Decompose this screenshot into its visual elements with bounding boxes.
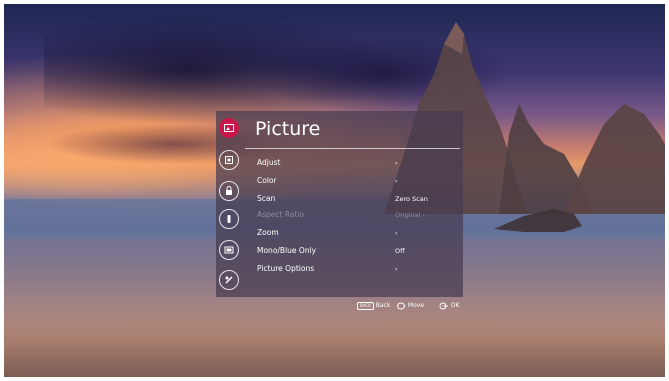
- menu-item-value: ›: [395, 265, 398, 273]
- support-icon[interactable]: [219, 270, 239, 290]
- title-divider: [245, 148, 460, 149]
- back-key-icon: BACK: [357, 301, 374, 310]
- lock-icon[interactable]: [219, 181, 239, 201]
- menu-item-color[interactable]: Color ›: [257, 173, 457, 189]
- footer-move-hint[interactable]: Move: [396, 301, 424, 311]
- menu-item-label: Aspect Ratio: [257, 210, 305, 219]
- move-label: Move: [407, 302, 425, 309]
- menu-item-value: Off: [395, 247, 405, 255]
- ok-icon: [439, 302, 448, 309]
- menu-item-value: ›: [395, 229, 398, 237]
- menu-item-mono-blue-only[interactable]: Mono/Blue Only Off: [257, 243, 457, 259]
- remote-icon[interactable]: [219, 209, 239, 229]
- picture-icon[interactable]: [219, 118, 239, 138]
- footer-back-hint[interactable]: BACK Back: [357, 301, 390, 311]
- menu-item-scan[interactable]: Scan Zero Scan: [257, 191, 457, 207]
- menu-item-label: Scan: [257, 194, 276, 203]
- footer-ok-hint[interactable]: OK: [439, 301, 460, 311]
- menu-item-zoom[interactable]: Zoom ›: [257, 225, 457, 241]
- menu-item-label: Adjust: [257, 158, 281, 167]
- menu-item-label: Color: [257, 176, 277, 185]
- back-label: Back: [375, 302, 391, 309]
- menu-item-label: Mono/Blue Only: [257, 246, 317, 255]
- ok-label: OK: [450, 302, 460, 309]
- setup-icon[interactable]: [219, 150, 239, 170]
- input-icon[interactable]: [219, 240, 239, 260]
- menu-item-value: ›: [395, 159, 398, 167]
- menu-item-aspect-ratio: Aspect Ratio Original ›: [257, 207, 457, 223]
- menu-item-adjust[interactable]: Adjust ›: [257, 155, 457, 171]
- menu-item-picture-options[interactable]: Picture Options ›: [257, 261, 457, 277]
- menu-item-value: Zero Scan: [395, 195, 428, 203]
- menu-item-label: Picture Options: [257, 264, 315, 273]
- menu-title: Picture: [255, 118, 321, 140]
- menu-item-value: Original ›: [395, 211, 426, 219]
- move-icon: [396, 302, 406, 309]
- menu-item-value: ›: [395, 177, 398, 185]
- menu-item-label: Zoom: [257, 228, 279, 237]
